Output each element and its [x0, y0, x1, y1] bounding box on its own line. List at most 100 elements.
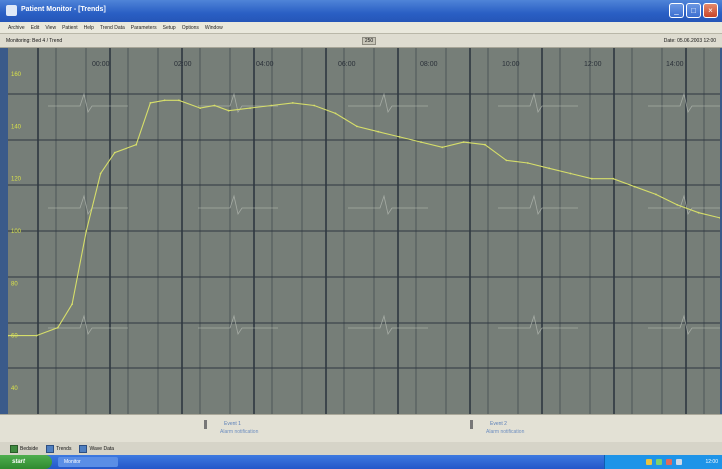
ecg-waveform [648, 92, 720, 114]
trend-point [99, 172, 102, 175]
ecg-waveform [498, 92, 578, 114]
time-label: 02:00 [174, 61, 192, 68]
menu-item-edit[interactable]: Edit [31, 25, 40, 31]
taskbar-app-button[interactable]: Monitor [58, 457, 118, 467]
event-pin-icon [204, 420, 207, 429]
y-axis-label: 120 [11, 177, 22, 183]
menu-item-window[interactable]: Window [205, 25, 223, 31]
app-icon [6, 5, 17, 16]
scale-badge[interactable]: 250 [362, 37, 376, 45]
event-sub-label: Alarm notification [220, 429, 259, 435]
trend-point [178, 99, 180, 102]
trend-point [85, 230, 88, 232]
chart-icon [46, 444, 55, 453]
waveform-layer [48, 92, 720, 336]
tool-label: Wave Data [89, 445, 115, 452]
trend-point [163, 99, 166, 102]
ecg-waveform [198, 314, 278, 336]
menu-item-options[interactable]: Options [182, 25, 199, 31]
label-layer: 00:00 02:00 04:00 06:00 08:00 10:00 12:00 14:00… [11, 61, 684, 392]
trend-point [149, 102, 152, 104]
trend-plot[interactable]: 00:00 02:00 04:00 06:00 08:00 10:00 12:00 14:00… [8, 48, 720, 414]
trend-point [420, 141, 422, 143]
trend-plot-svg: 00:00 02:00 04:00 06:00 08:00 10:00 12:00 14:00… [8, 48, 720, 414]
trend-point [270, 104, 273, 107]
trend-point [227, 109, 230, 112]
menu-item-view[interactable]: View [45, 25, 56, 31]
bedside-button[interactable]: Bedside [10, 444, 39, 453]
trend-point [484, 143, 486, 146]
menu-item-trend-data[interactable]: Trend Data [100, 25, 125, 31]
trend-point [569, 172, 572, 175]
tool-strip: Bedside Trends Wave Data [0, 442, 722, 455]
menu-item-parameters[interactable]: Parameters [131, 25, 157, 31]
ecg-waveform [648, 194, 720, 216]
menu-item-setup[interactable]: Setup [163, 25, 176, 31]
y-axis-label: 100 [11, 229, 22, 235]
trend-point [135, 143, 138, 146]
time-label: 12:00 [584, 61, 602, 68]
tray-icon-3[interactable] [666, 459, 672, 465]
wave-data-button[interactable]: Wave Data [79, 444, 115, 453]
ecg-waveform [498, 314, 578, 336]
y-axis-label: 160 [11, 72, 22, 78]
trend-point [633, 185, 636, 188]
time-label: 06:00 [338, 61, 356, 68]
trend-point [213, 104, 216, 107]
trend-point [113, 151, 116, 154]
trend-point [590, 177, 593, 180]
system-tray: 12:00 [604, 455, 722, 469]
wave-icon [79, 444, 88, 453]
event-bar: Event 1 Alarm notification Event 2 Alarm… [0, 414, 722, 442]
grid-layer [8, 48, 720, 414]
monitor-icon [10, 444, 18, 453]
trend-point [71, 303, 73, 306]
tool-label: Bedside [20, 445, 39, 452]
ecg-waveform [48, 194, 128, 216]
trend-point [441, 146, 444, 149]
trend-point [313, 104, 316, 107]
event-label: Event 2 [490, 421, 507, 427]
trend-point [697, 211, 700, 214]
event-pin-icon [470, 420, 473, 429]
y-axis-label: 60 [11, 334, 18, 340]
trends-button[interactable]: Trends [46, 444, 72, 453]
start-button[interactable]: start [0, 455, 52, 469]
y-axis-label: 40 [11, 386, 18, 392]
tool-label: Trends [56, 445, 72, 452]
tray-icon-2[interactable] [656, 459, 662, 465]
close-button[interactable]: × [703, 3, 718, 18]
trend-point [398, 136, 401, 138]
taskbar: start Monitor 12:00 [0, 455, 722, 469]
trend-point [377, 130, 380, 133]
time-label: 08:00 [420, 61, 438, 68]
tray-icon-1[interactable] [646, 459, 652, 465]
trend-point [356, 125, 358, 128]
menu-item-help[interactable]: Help [84, 25, 94, 31]
ecg-waveform [48, 92, 128, 114]
minimize-button[interactable]: _ [669, 3, 684, 18]
menu-item-patient[interactable]: Patient [62, 25, 78, 31]
trend-point [8, 334, 9, 337]
title-bar: Patient Monitor - [Trends] _ □ × [0, 0, 722, 22]
window-controls: _ □ × [669, 3, 718, 18]
maximize-button[interactable]: □ [686, 3, 701, 18]
trend-point [526, 162, 529, 164]
status-bar: Monitoring: Bed 4 / Trend 250 Date: 05.0… [0, 34, 722, 48]
trend-point [291, 102, 294, 104]
trend-point [548, 167, 550, 170]
trend-point [462, 141, 465, 143]
trend-point [676, 204, 679, 206]
y-axis-label: 140 [11, 124, 22, 130]
ecg-waveform [648, 314, 720, 336]
time-label: 10:00 [502, 61, 520, 68]
tray-clock: 12:00 [705, 459, 718, 465]
trend-point [56, 326, 59, 329]
time-label: 04:00 [256, 61, 274, 68]
tray-icon-4[interactable] [676, 459, 682, 465]
patient-label: Monitoring: Bed 4 / Trend [6, 38, 63, 44]
trend-point [612, 177, 615, 180]
event-sub-label: Alarm notification [486, 429, 525, 435]
menu-item-archive[interactable]: Archive [8, 25, 25, 31]
trend-point [655, 193, 657, 196]
